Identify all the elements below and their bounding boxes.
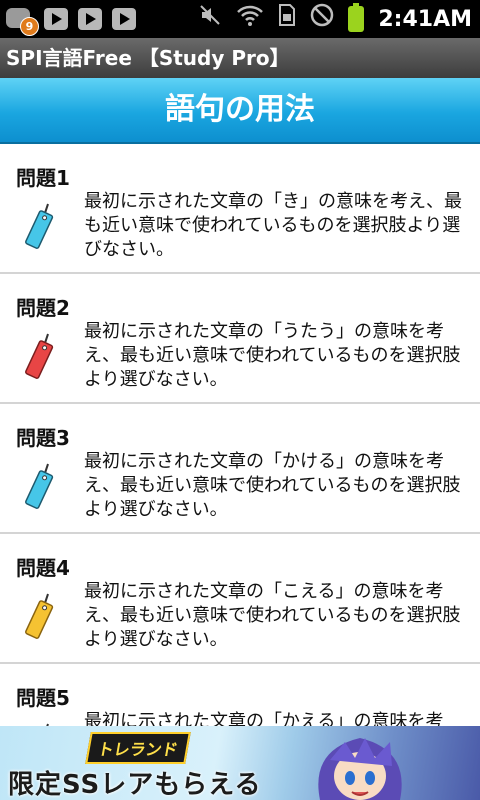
app-title-bar: SPI言語Free 【Study Pro】 — [0, 38, 480, 78]
question-description: 最初に示された文章の「き」の意味を考え、最も近い意味で使われているものを選択肢よ… — [84, 191, 462, 260]
status-bar-notifications: 9 — [6, 4, 136, 36]
notification-icon: 9 — [6, 5, 39, 36]
question-description: 最初に示された文章の「かける」の意味を考え、最も近い意味で使われているものを選択… — [84, 451, 461, 520]
ad-banner[interactable]: トレランド 限定SSレアもらえる — [0, 726, 480, 800]
bookmark-tag-icon — [25, 333, 54, 379]
bookmark-tag-icon — [25, 463, 54, 509]
battery-icon — [348, 3, 365, 32]
mute-icon — [198, 3, 222, 36]
page-title: 語句の用法 — [0, 78, 480, 144]
question-description: 最初に示された文章の「こえる」の意味を考え、最も近い意味で使われているものを選択… — [84, 581, 461, 650]
question-title: 問題5 — [16, 686, 70, 710]
list-item[interactable]: 問題1 最初に示された文章の「き」の意味を考え、最も近い意味で使われているものを… — [0, 144, 480, 274]
clock: 2:41AM — [378, 6, 472, 32]
list-item[interactable]: 問題2 最初に示された文章の「うたう」の意味を考え、最も近い意味で使われているも… — [0, 274, 480, 404]
question-description: 最初に示された文章の「うたう」の意味を考え、最も近い意味で使われているものを選択… — [84, 321, 461, 390]
anime-character-illustration — [318, 738, 402, 800]
youtube-icon — [44, 8, 68, 30]
question-title: 問題1 — [16, 166, 70, 190]
question-description: 最初に示された文章の「かえる」の意味を考え、最も近い意味で使われているものを選択… — [84, 711, 444, 726]
status-bar-system: 2:41AM — [198, 3, 472, 36]
notification-count: 9 — [20, 17, 39, 36]
list-item[interactable]: 問題4 最初に示された文章の「こえる」の意味を考え、最も近い意味で使われているも… — [0, 534, 480, 664]
bookmark-tag-icon — [25, 593, 54, 639]
question-title: 問題3 — [16, 426, 70, 450]
ad-logo: トレランド — [85, 732, 191, 764]
question-list[interactable]: 問題1 最初に示された文章の「き」の意味を考え、最も近い意味で使われているものを… — [0, 144, 480, 726]
youtube-icon — [78, 8, 102, 30]
list-item[interactable]: 問題3 最初に示された文章の「かける」の意味を考え、最も近い意味で使われているも… — [0, 404, 480, 534]
sim-icon — [278, 3, 296, 36]
wifi-icon — [236, 3, 264, 36]
no-signal-icon — [310, 3, 334, 36]
youtube-icon — [112, 8, 136, 30]
status-bar: 9 2:41AM — [0, 0, 480, 38]
question-title: 問題4 — [16, 556, 70, 580]
question-title: 問題2 — [16, 296, 70, 320]
bookmark-tag-icon — [25, 203, 54, 249]
ad-text: 限定SSレアもらえる — [8, 770, 262, 800]
list-item[interactable]: 問題5 最初に示された文章の「かえる」の意味を考え、最も近い意味で使われているも… — [0, 664, 480, 726]
